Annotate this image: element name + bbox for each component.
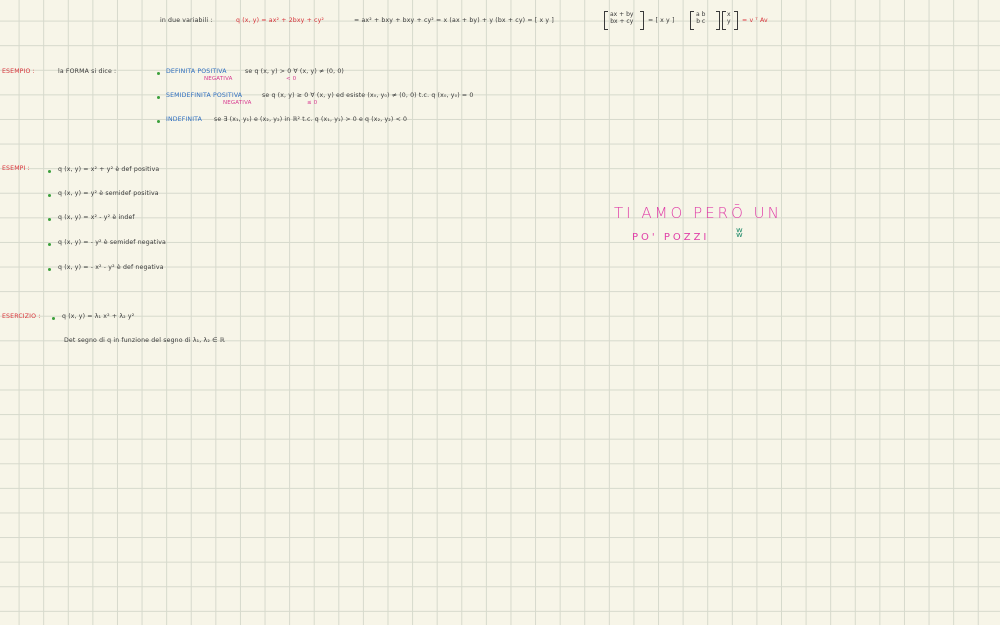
vector-top: ax + by	[610, 11, 634, 18]
esempi-item-2: q (x, y) = y² è semidef positiva	[58, 190, 159, 197]
esempi-item-1: q (x, y) = x² + y² è def positiva	[58, 166, 160, 173]
equals-row-vector: = [ x y ]	[648, 17, 675, 24]
bullet-icon	[48, 243, 51, 246]
esempi-item-3: q (x, y) = x² - y² è indef	[58, 214, 135, 221]
column-vector: x y	[727, 11, 731, 25]
bullet-icon	[48, 268, 51, 271]
bullet-icon	[48, 218, 51, 221]
vector-left-bracket	[604, 11, 608, 30]
bullet-icon	[157, 96, 160, 99]
definita-condition: se q (x, y) > 0 ∀ (x, y) ≠ (0, 0)	[245, 68, 344, 75]
bullet-icon	[157, 120, 160, 123]
note-line-2: PO' POZZI	[632, 232, 710, 243]
quadratic-form-definition: q (x, y) = ax² + 2bxy + cy²	[236, 17, 325, 24]
bullet-icon	[48, 194, 51, 197]
matrix-left-bracket	[690, 11, 694, 30]
col-bottom: y	[727, 18, 731, 25]
esempio-label: ESEMPIO :	[2, 68, 35, 75]
definita-sub: NEGATIVA	[204, 76, 233, 82]
esempio-intro: la FORMA si dice :	[58, 68, 117, 75]
note-line-1: TI AMO PERŌ UN	[614, 204, 782, 222]
bullet-icon	[157, 72, 160, 75]
esercizio-task: Det segno di q in funzione del segno di …	[64, 337, 225, 344]
vector-bottom: bx + cy	[610, 18, 634, 25]
doodle-icon: ʬ	[736, 226, 743, 241]
definita-term: DEFINITA POSITIVA	[166, 68, 227, 75]
semidefinita-term: SEMIDEFINITA POSITIVA	[166, 92, 243, 99]
vector-column: ax + by bx + cy	[610, 11, 633, 25]
indefinita-term: INDEFINITA	[166, 116, 202, 123]
vector-right-bracket	[640, 11, 644, 30]
definita-condition-sub: < 0	[286, 76, 297, 82]
result-vtav: = v ᵀ Av	[742, 17, 768, 24]
bullet-icon	[48, 170, 51, 173]
semidefinita-sub: NEGATIVA	[223, 100, 252, 106]
bullet-icon	[52, 317, 55, 320]
esempi-item-4: q (x, y) = - y² è semidef negativa	[58, 239, 166, 246]
matrix-right-bracket	[716, 11, 720, 30]
col-right-bracket	[734, 11, 738, 30]
matrix-bottom-row: b c	[696, 18, 706, 25]
esercizio-formula: q (x, y) = λ₁ x² + λ₂ y²	[62, 313, 135, 320]
indefinita-condition: se ∃ (x₁, y₁) e (x₂, y₂) in ℝ² t.c. q (x…	[214, 116, 408, 123]
quadratic-form-expansion: = ax² + bxy + bxy + cy² = x (ax + by) + …	[354, 17, 554, 24]
matrix-a: a b b c	[696, 11, 705, 25]
semidefinita-condition: se q (x, y) ≥ 0 ∀ (x, y) ed esiste (x₀, …	[262, 92, 474, 99]
col-left-bracket	[722, 11, 726, 30]
esercizio-label: ESERCIZIO :	[2, 313, 41, 320]
esempi-label: ESEMPI :	[2, 165, 30, 172]
matrix-top-row: a b	[696, 11, 706, 18]
semidefinita-condition-sub: ≤ 0	[307, 100, 318, 106]
col-top: x	[727, 11, 731, 18]
header-prefix: in due variabili :	[160, 17, 213, 24]
esempi-item-5: q (x, y) = - x² - y² è def negativa	[58, 264, 164, 271]
